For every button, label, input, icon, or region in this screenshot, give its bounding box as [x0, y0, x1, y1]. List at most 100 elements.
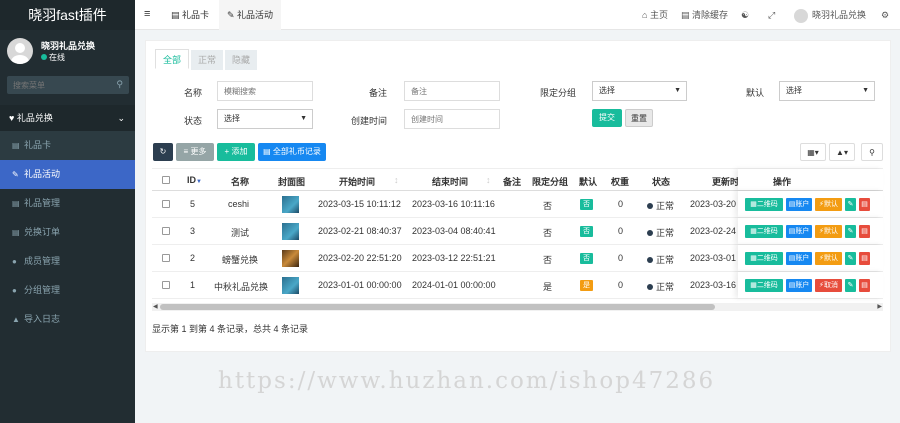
filter-group-select[interactable]: 选择 ▼ — [592, 81, 687, 101]
edit-button[interactable]: ✎ — [845, 279, 856, 292]
more-button[interactable]: ≡ 更多 — [176, 143, 214, 161]
set-default-button[interactable]: ⚡默认 — [815, 225, 842, 238]
sidebar-item-orders[interactable]: ▤ 兑换订单 — [0, 218, 135, 247]
cover-image[interactable] — [282, 196, 299, 213]
table-row[interactable]: 3 测试 2023-02-21 08:40:37 2023-03-04 08:4… — [152, 218, 883, 245]
cell-name: ceshi — [228, 199, 250, 209]
sidebar-item-import-log[interactable]: ▲ 导入日志 — [0, 305, 135, 334]
account-button[interactable]: ▤账户 — [786, 225, 812, 238]
submit-button[interactable]: 提交 — [592, 109, 622, 127]
edit-button[interactable]: ✎ — [845, 225, 856, 238]
col-header-start[interactable]: 开始时间 — [339, 175, 375, 188]
qrcode-button[interactable]: ▦二维码 — [745, 279, 783, 292]
search-icon[interactable]: ⚲ — [116, 79, 123, 90]
edit-button[interactable]: ✎ — [845, 198, 856, 211]
delete-button[interactable]: ▤ — [859, 252, 870, 265]
user-status-text: 在线 — [49, 53, 65, 62]
row-checkbox[interactable] — [162, 254, 170, 262]
filter-status-select[interactable]: 选择 ▼ — [217, 109, 313, 129]
delete-button[interactable]: ▤ — [859, 225, 870, 238]
cover-image[interactable] — [282, 277, 299, 294]
sidebar-item-gift-activity[interactable]: ✎ 礼品活动 — [0, 160, 135, 189]
filter-created-input[interactable] — [404, 109, 500, 129]
col-header-weight[interactable]: 权重 — [611, 175, 629, 188]
col-header-end[interactable]: 结束时间 — [432, 175, 468, 188]
cell-status: 正常 — [647, 253, 674, 266]
row-checkbox[interactable] — [162, 227, 170, 235]
tab-gift-activity[interactable]: ✎ 礼品活动 — [219, 0, 282, 30]
account-button[interactable]: ▤账户 — [786, 252, 812, 265]
tab-gift-card[interactable]: ▤ 礼品卡 — [163, 0, 217, 30]
filter-name-input[interactable] — [217, 81, 313, 101]
cell-updated: 2023-03-16 1 — [690, 280, 744, 290]
account-label: 账户 — [795, 282, 810, 289]
cover-image[interactable] — [282, 250, 299, 267]
qrcode-button[interactable]: ▦二维码 — [745, 252, 783, 265]
col-header-id[interactable]: ID▼ — [187, 175, 202, 185]
edit-button[interactable]: ✎ — [845, 252, 856, 265]
refresh-button[interactable]: ↻ — [153, 143, 173, 161]
sidebar-item-label: 礼品卡 — [24, 140, 52, 150]
app-logo[interactable]: 晓羽fast插件 — [0, 0, 135, 30]
trash-icon: ▤ — [861, 255, 868, 262]
columns-toggle-button[interactable]: ▦▾ — [800, 143, 826, 161]
row-checkbox[interactable] — [162, 200, 170, 208]
cell-start: 2023-01-01 00:00:00 — [318, 280, 402, 290]
cell-updated: 2023-03-20 1 — [690, 199, 744, 209]
settings-icon[interactable]: ⚙ — [881, 0, 889, 30]
user-menu[interactable]: 晓羽礼品兑换 — [794, 0, 866, 30]
language-icon[interactable]: ☯ — [741, 0, 749, 30]
filter-remark-input[interactable] — [404, 81, 500, 101]
default-badge: 否 — [580, 253, 593, 264]
col-header-updated[interactable]: 更新时 — [712, 175, 739, 188]
home-label: 主页 — [649, 10, 668, 20]
trash-icon: ▤ — [861, 282, 868, 289]
delete-button[interactable]: ▤ — [859, 279, 870, 292]
clear-cache-button[interactable]: ▤ 清除缓存 — [681, 0, 728, 30]
table-row[interactable]: 2 螃蟹兑换 2023-02-20 22:51:20 2023-03-12 22… — [152, 245, 883, 272]
filter-default-select[interactable]: 选择 ▼ — [779, 81, 875, 101]
subtab-normal[interactable]: 正常 — [191, 50, 224, 70]
table-horizontal-scrollbar[interactable]: ◀ ▶ — [152, 303, 883, 311]
subtab-all[interactable]: 全部 — [155, 49, 190, 69]
cell-name: 螃蟹兑换 — [222, 255, 259, 265]
menu-search-input[interactable] — [7, 76, 107, 94]
sidebar-item-groups[interactable]: ● 分组管理 — [0, 276, 135, 305]
set-default-button[interactable]: ⚡默认 — [815, 252, 842, 265]
row-checkbox[interactable] — [162, 281, 170, 289]
menu-header-label: 礼品兑换 — [16, 113, 53, 123]
cover-image[interactable] — [282, 223, 299, 240]
export-button[interactable]: ▲▾ — [829, 143, 855, 161]
account-button[interactable]: ▤账户 — [786, 279, 812, 292]
scroll-left-icon[interactable]: ◀ — [153, 303, 158, 311]
export-icon: ▲▾ — [836, 148, 848, 157]
scrollbar-thumb[interactable] — [160, 304, 715, 310]
cancel-default-button[interactable]: ⚡取消 — [815, 279, 842, 292]
fullscreen-icon[interactable]: ⤢ — [768, 0, 775, 30]
gift-icon: ✎ — [12, 170, 19, 179]
cell-weight: 0 — [618, 280, 624, 290]
home-link[interactable]: ⌂ 主页 — [642, 0, 668, 30]
menu-search: ⚲ — [7, 76, 129, 94]
sidebar-item-gift-management[interactable]: ▤ 礼品管理 — [0, 189, 135, 218]
select-all-checkbox[interactable] — [162, 176, 170, 184]
caret-down-icon: ▼ — [862, 87, 869, 94]
search-toggle-button[interactable]: ⚲ — [861, 143, 883, 161]
trash-icon: ▤ — [861, 228, 868, 235]
all-records-button[interactable]: ▤ 全部礼币记录 — [258, 143, 326, 161]
table-row[interactable]: 1 中秋礼品兑换 2023-01-01 00:00:00 2024-01-01 … — [152, 272, 883, 299]
table-row[interactable]: 5 ceshi 2023-03-15 10:11:12 2023-03-16 1… — [152, 191, 883, 218]
menu-toggle-icon[interactable]: ≡ — [144, 8, 150, 20]
subtab-hidden[interactable]: 隐藏 — [225, 50, 258, 70]
scroll-right-icon[interactable]: ▶ — [877, 303, 882, 311]
reset-button[interactable]: 重置 — [625, 109, 653, 127]
menu-header-gift-exchange[interactable]: ♥ 礼品兑换 ⌄ — [0, 105, 135, 131]
qrcode-button[interactable]: ▦二维码 — [745, 198, 783, 211]
qrcode-button[interactable]: ▦二维码 — [745, 225, 783, 238]
sidebar-item-gift-card[interactable]: ▤ 礼品卡 — [0, 131, 135, 160]
sidebar-item-members[interactable]: ● 成员管理 — [0, 247, 135, 276]
delete-button[interactable]: ▤ — [859, 198, 870, 211]
add-button[interactable]: + 添加 — [217, 143, 255, 161]
set-default-button[interactable]: ⚡默认 — [815, 198, 842, 211]
account-button[interactable]: ▤账户 — [786, 198, 812, 211]
